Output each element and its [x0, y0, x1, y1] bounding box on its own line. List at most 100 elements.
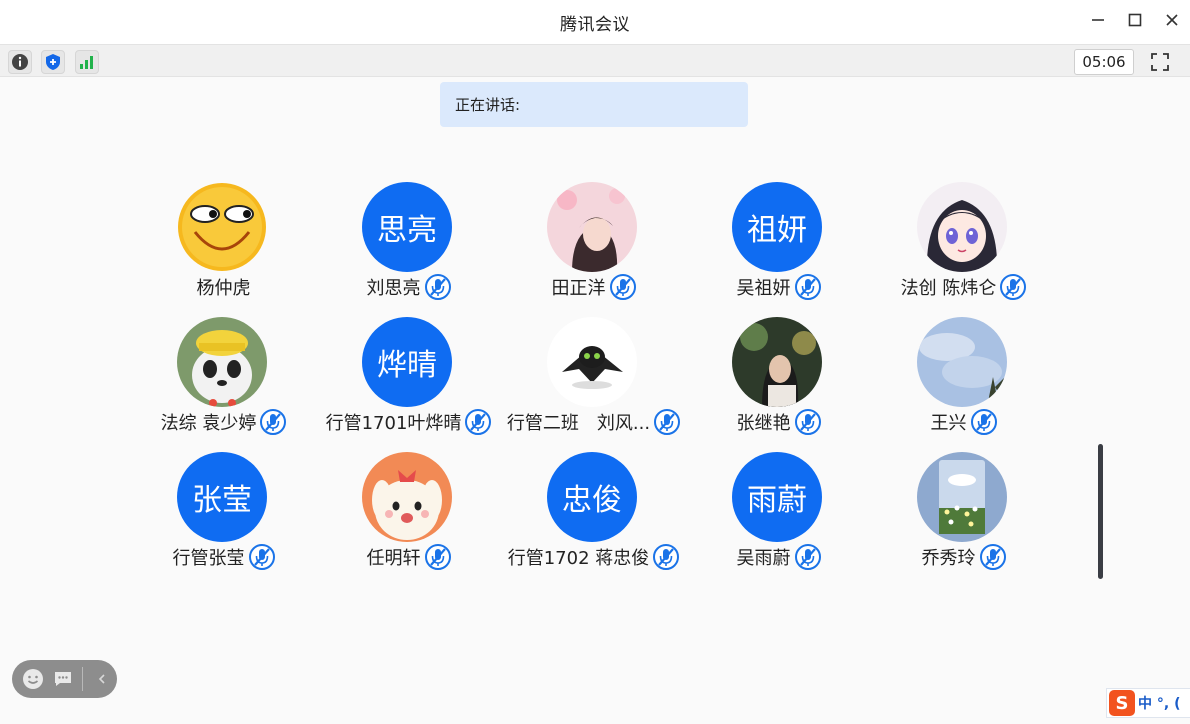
participant-name: 任明轩 [366, 548, 421, 569]
mic-muted-icon [794, 544, 821, 570]
participant-name-row: 行管1702 蒋忠俊 [501, 544, 686, 570]
participant-tile[interactable]: 雨蔚吴雨蔚 [686, 452, 871, 582]
close-button[interactable] [1153, 0, 1190, 40]
window-title: 腾讯会议 [560, 14, 630, 35]
participant-name: 法综 袁少婷 [160, 413, 257, 434]
avatar: 祖妍 [732, 182, 822, 272]
girl-photo-avatar [732, 317, 822, 407]
ime-mode-text: 中 °, ( [1138, 696, 1181, 712]
panda-hat-avatar [177, 317, 267, 407]
minimize-button[interactable] [1079, 0, 1116, 40]
security-button[interactable] [41, 50, 65, 74]
participant-name-row: 乔秀玲 [871, 544, 1056, 570]
participant-name: 行管1702 蒋忠俊 [507, 548, 650, 569]
participant-name-row: 行管二班 刘风... [501, 409, 686, 435]
participant-tile[interactable]: 祖妍吴祖妍 [686, 182, 871, 312]
avatar: 烨晴 [362, 317, 452, 407]
fullscreen-button[interactable] [1148, 50, 1172, 74]
participant-name-row: 杨仲虎 [131, 274, 316, 300]
ime-status-bar[interactable]: S 中 °, ( [1106, 688, 1190, 718]
participant-name-row: 刘思亮 [316, 274, 501, 300]
title-bar: 腾讯会议 [0, 0, 1190, 44]
participant-tile[interactable]: 张莹行管张莹 [131, 452, 316, 582]
meeting-info-button[interactable] [8, 50, 32, 74]
chat-bubble-icon [55, 672, 71, 686]
meeting-timer: 05:06 [1074, 49, 1134, 75]
divider [82, 667, 83, 691]
grid-scrollbar[interactable] [1098, 444, 1103, 579]
participant-name: 法创 陈炜仑 [900, 278, 997, 299]
participant-tile[interactable]: 行管二班 刘风... [501, 317, 686, 447]
minimize-icon [1091, 19, 1104, 21]
chat-button[interactable] [52, 668, 74, 690]
participant-name: 吴雨蔚 [736, 548, 791, 569]
avatar: 张莹 [177, 452, 267, 542]
participant-tile[interactable]: 王兴 [871, 317, 1056, 447]
participant-name-row: 行管1701叶烨晴 [316, 409, 501, 435]
flowers-photo-avatar [917, 452, 1007, 542]
mic-muted-icon [979, 544, 1006, 570]
mic-muted-icon [424, 274, 451, 300]
participant-tile[interactable]: 法综 袁少婷 [131, 317, 316, 447]
participant-name: 行管二班 刘风... [506, 413, 651, 434]
participant-name: 行管张莹 [172, 548, 245, 569]
participant-tile[interactable]: 烨晴行管1701叶烨晴 [316, 317, 501, 447]
sky-photo-avatar [917, 317, 1007, 407]
avatar: 忠俊 [547, 452, 637, 542]
participant-name: 田正洋 [551, 278, 606, 299]
mic-muted-icon [794, 409, 821, 435]
participant-tile[interactable]: 法创 陈炜仑 [871, 182, 1056, 312]
avatar: 思亮 [362, 182, 452, 272]
network-status-button[interactable] [75, 50, 99, 74]
participant-name: 行管1701叶烨晴 [325, 413, 462, 434]
chevron-left-icon [98, 674, 105, 684]
participant-name: 王兴 [930, 413, 967, 434]
maximize-button[interactable] [1116, 0, 1153, 40]
participant-name: 吴祖妍 [736, 278, 791, 299]
maximize-icon [1128, 13, 1141, 27]
participant-tile[interactable]: 杨仲虎 [131, 182, 316, 312]
anime-girl-avatar [917, 182, 1007, 272]
anime-girl-cherry-blossom-avatar [547, 182, 637, 272]
mic-muted-icon [465, 409, 492, 435]
participant-tile[interactable]: 思亮 刘思亮 [316, 182, 501, 312]
meeting-toolbar: 05:06 [0, 44, 1190, 77]
participant-name: 张继艳 [736, 413, 791, 434]
participant-name-row: 田正洋 [501, 274, 686, 300]
collapse-button[interactable] [91, 668, 113, 690]
mic-muted-icon [794, 274, 821, 300]
chat-toolbar [12, 660, 117, 698]
mic-muted-icon [609, 274, 636, 300]
mic-muted-icon [424, 544, 451, 570]
mic-muted-icon [1000, 274, 1027, 300]
speaking-label: 正在讲话: [455, 96, 521, 114]
shield-icon [46, 54, 60, 70]
participant-tile[interactable]: 任明轩 [316, 452, 501, 582]
participant-name-row: 张继艳 [686, 409, 871, 435]
participant-name-row: 行管张莹 [131, 544, 316, 570]
participant-name-row: 任明轩 [316, 544, 501, 570]
participant-name-row: 法综 袁少婷 [131, 409, 316, 435]
participant-tile[interactable]: 忠俊行管1702 蒋忠俊 [501, 452, 686, 582]
mic-muted-icon [654, 409, 681, 435]
participant-tile[interactable]: 张继艳 [686, 317, 871, 447]
participant-name: 杨仲虎 [196, 278, 251, 299]
mic-muted-icon [970, 409, 997, 435]
participant-name-row: 吴雨蔚 [686, 544, 871, 570]
laughing-emoji-avatar [177, 182, 267, 272]
speaking-indicator: 正在讲话: [440, 82, 748, 127]
avatar: 雨蔚 [732, 452, 822, 542]
mic-muted-icon [248, 544, 275, 570]
participant-tile[interactable]: 田正洋 [501, 182, 686, 312]
participant-name-row: 法创 陈炜仑 [871, 274, 1056, 300]
mic-muted-icon [653, 544, 680, 570]
emoji-button[interactable] [22, 668, 44, 690]
participant-name-row: 吴祖妍 [686, 274, 871, 300]
info-icon [12, 54, 28, 70]
fullscreen-icon [1151, 53, 1169, 71]
participant-tile[interactable]: 乔秀玲 [871, 452, 1056, 582]
emoji-icon [23, 669, 43, 689]
cartoon-bunny-avatar [362, 452, 452, 542]
participant-name: 乔秀玲 [921, 548, 976, 569]
signal-bars-icon [80, 56, 93, 69]
